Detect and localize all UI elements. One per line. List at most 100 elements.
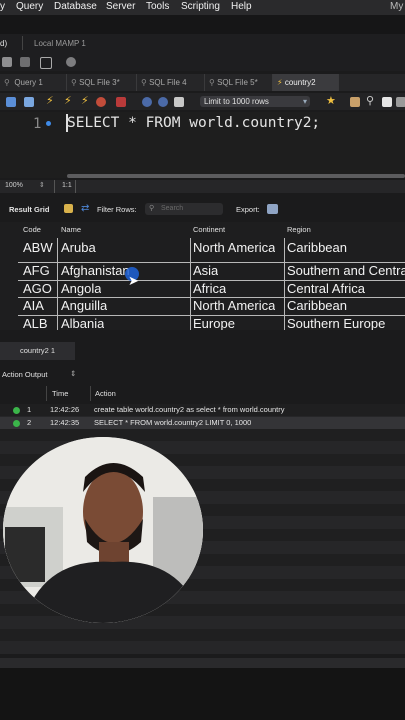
output-row[interactable]: 1 12:42:26 create table world.country2 as … <box>0 404 405 417</box>
sql-file-icon: ⚲ <box>71 78 77 87</box>
output-row-stripe <box>0 641 405 654</box>
result-grid-label[interactable]: Result Grid <box>9 205 49 214</box>
open-sql-icon[interactable] <box>20 57 30 67</box>
inspector-icon[interactable] <box>40 57 52 69</box>
save-icon[interactable] <box>24 97 34 107</box>
tab-close-icon[interactable]: ⚲ <box>4 78 10 87</box>
output-row-stripe <box>0 629 405 642</box>
table-cell-code[interactable]: AIA <box>23 297 44 315</box>
menu-item-query[interactable]: Query <box>16 1 43 12</box>
zoom-ratio: 1:1 <box>62 182 72 189</box>
filter-search-input[interactable]: ⚲ Search <box>145 203 223 215</box>
chevron-updown-icon[interactable]: ⇕ <box>70 369 76 378</box>
tab-country2[interactable]: ⚡ country2 <box>273 74 339 91</box>
result-grid[interactable]: Code Name Continent Region ABW Aruba North… <box>0 222 405 330</box>
table-cell-code[interactable]: ABW <box>23 239 53 257</box>
table-cell-name[interactable]: Afghanistan <box>61 262 130 280</box>
status-bar <box>0 658 405 668</box>
tab-sql-file-4[interactable]: ⚲ SQL File 4 <box>137 74 205 91</box>
column-header-continent[interactable]: Continent <box>193 222 225 238</box>
invisible-chars-icon[interactable] <box>382 97 392 107</box>
tab-query-1[interactable]: ⚲ Query 1 <box>0 74 67 91</box>
column-header-action[interactable]: Action <box>95 389 116 398</box>
open-file-icon[interactable] <box>6 97 16 107</box>
sql-text[interactable]: SELECT * FROM world.country2; <box>67 115 320 131</box>
grid-icon[interactable] <box>64 204 73 213</box>
table-cell-region[interactable]: Southern and Central Asia <box>287 262 405 280</box>
stop-icon[interactable] <box>96 97 106 107</box>
sql-new-icon[interactable] <box>2 57 12 67</box>
table-row[interactable]: ALB Albania Europe Southern Europe <box>0 315 405 330</box>
connection-tab-current[interactable]: d) <box>0 39 7 48</box>
column-header-time[interactable]: Time <box>52 389 68 398</box>
menu-item-server[interactable]: Server <box>106 1 135 12</box>
table-cell-name[interactable]: Aruba <box>61 239 96 257</box>
action-output-select[interactable]: Action Output <box>2 370 47 379</box>
output-num: 1 <box>27 405 32 414</box>
tab-result-country2[interactable]: country2 1 <box>0 342 75 360</box>
table-cell-continent[interactable]: Asia <box>193 262 218 280</box>
table-cell-continent[interactable]: North America <box>193 239 275 257</box>
table-row[interactable]: AGO Angola Africa Central Africa <box>0 280 405 298</box>
commit-icon[interactable] <box>142 97 152 107</box>
table-cell-region[interactable]: Caribbean <box>287 239 347 257</box>
table-cell-continent[interactable]: Europe <box>193 315 235 330</box>
table-cell-region[interactable]: Southern Europe <box>287 315 385 330</box>
limit-rows-select[interactable]: Limit to 1000 rows ▾ <box>200 96 310 107</box>
rollback-icon[interactable] <box>158 97 168 107</box>
line-number: 1 <box>33 116 42 132</box>
tab-divider <box>22 36 23 50</box>
table-cell-code[interactable]: AFG <box>23 262 50 280</box>
table-cell-name[interactable]: Albania <box>61 315 104 330</box>
search-icon[interactable]: ⚲ <box>366 94 374 107</box>
tab-sql-file-5[interactable]: ⚲ SQL File 5* <box>205 74 273 91</box>
table-row[interactable]: AIA Anguilla North America Caribbean <box>0 297 405 315</box>
divider <box>90 386 91 401</box>
output-time: 12:42:35 <box>50 417 80 427</box>
menu-item-tools[interactable]: Tools <box>146 1 169 12</box>
table-cell-name[interactable]: Anguilla <box>61 297 107 315</box>
wrap-icon[interactable] <box>396 97 405 107</box>
chevron-down-icon: ▾ <box>302 97 307 106</box>
editor-scrollbar[interactable] <box>67 174 405 178</box>
grid-line <box>18 315 405 316</box>
connection-tab-local-mamp[interactable]: Local MAMP 1 <box>34 39 86 48</box>
column-header-code[interactable]: Code <box>23 222 41 238</box>
execute-icon[interactable]: ⚡ <box>46 94 54 107</box>
table-cell-code[interactable]: ALB <box>23 315 48 330</box>
output-action: create table world.country2 as select * … <box>94 405 285 414</box>
find-icon[interactable] <box>350 97 360 107</box>
zoom-percent[interactable]: 100% <box>5 182 23 189</box>
tab-sql-file-3[interactable]: ⚲ SQL File 3* <box>67 74 137 91</box>
result-grid-toolbar: Result Grid ⇄ Filter Rows: ⚲ Search Expo… <box>0 200 405 218</box>
beautify-icon[interactable]: ★ <box>326 94 336 107</box>
table-cell-region[interactable]: Caribbean <box>287 297 347 315</box>
autocommit-icon[interactable] <box>174 97 184 107</box>
schema-icon[interactable] <box>66 57 76 67</box>
export-icon[interactable] <box>267 204 278 214</box>
menu-item-database[interactable]: Database <box>54 1 97 12</box>
mouse-pointer-icon: ➤ <box>128 273 139 288</box>
refresh-icon[interactable]: ⇄ <box>81 203 89 214</box>
sql-editor[interactable]: 1 SELECT * FROM world.country2; <box>0 112 405 178</box>
toggle-error-icon[interactable] <box>116 97 126 107</box>
execute-current-icon[interactable]: ⚡ <box>64 94 72 107</box>
column-header-name[interactable]: Name <box>61 222 81 238</box>
divider <box>46 386 47 401</box>
table-cell-name[interactable]: Angola <box>61 280 101 298</box>
zoom-stepper-icon[interactable]: ⇕ <box>39 181 45 189</box>
table-cell-region[interactable]: Central Africa <box>287 280 365 298</box>
menu-item-view[interactable]: y <box>0 1 5 12</box>
table-row[interactable]: AFG Afghanistan Asia Southern and Central A… <box>0 262 405 280</box>
output-row[interactable]: 2 12:42:35 SELECT * FROM world.country2 LI… <box>0 416 405 429</box>
table-cell-continent[interactable]: Africa <box>193 280 226 298</box>
table-row[interactable]: ABW Aruba North America Caribbean <box>0 239 405 257</box>
search-placeholder: Search <box>161 205 184 212</box>
column-header-region[interactable]: Region <box>287 222 311 238</box>
explain-icon[interactable]: ⚡ <box>81 94 89 107</box>
menu-item-scripting[interactable]: Scripting <box>181 1 220 12</box>
table-cell-code[interactable]: AGO <box>23 280 52 298</box>
query-tabs: ⚲ Query 1 ⚲ SQL File 3* ⚲ SQL File 4 ⚲ S… <box>0 74 405 91</box>
menu-item-help[interactable]: Help <box>231 1 252 12</box>
table-cell-continent[interactable]: North America <box>193 297 275 315</box>
